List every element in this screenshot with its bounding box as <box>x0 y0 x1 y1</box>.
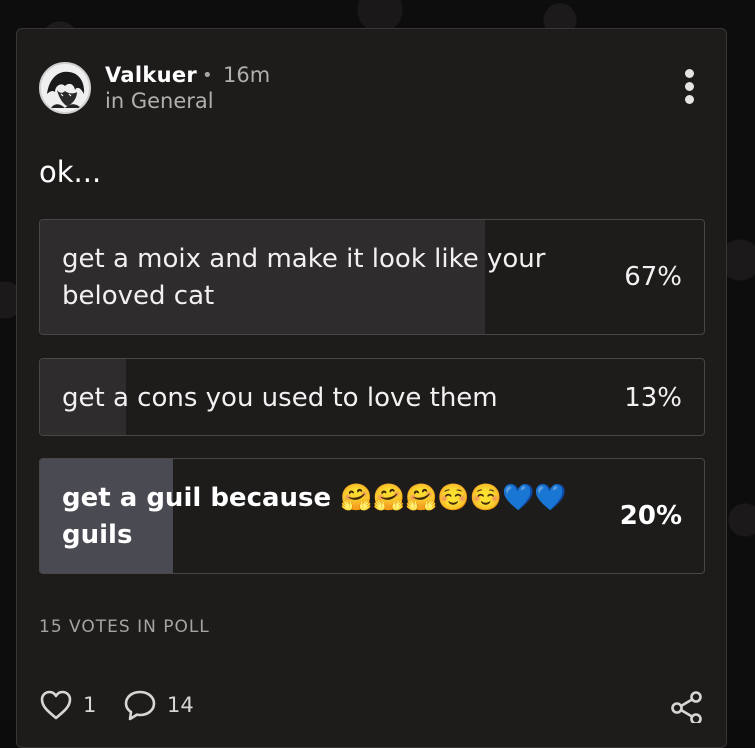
comment-icon <box>124 690 156 721</box>
more-vertical-icon <box>684 69 694 78</box>
poll-option-2[interactable]: get a cons you used to love them 13% <box>39 358 705 436</box>
poll-option-percent: 20% <box>619 501 682 531</box>
post-body: ok... <box>39 155 102 189</box>
like-button[interactable]: 1 <box>39 689 99 723</box>
author-avatar[interactable] <box>39 62 91 114</box>
heart-icon <box>40 690 72 720</box>
like-count: 1 <box>83 693 97 717</box>
post-timestamp: 16m <box>223 63 271 87</box>
poll-option-percent: 13% <box>624 383 682 413</box>
poll-option-3[interactable]: get a guil because 🤗🤗🤗☺️☺️💙💙 guils 20% <box>39 458 705 574</box>
poll-option-label: get a cons you used to love them <box>62 383 498 413</box>
poll-vote-count: 15 VOTES IN POLL <box>39 617 210 637</box>
poll-option-1[interactable]: get a moix and make it look like your be… <box>39 219 705 335</box>
poll-option-label: get a guil because 🤗🤗🤗☺️☺️💙💙 guils <box>62 483 567 550</box>
share-button[interactable] <box>669 689 705 725</box>
comment-count: 14 <box>167 693 194 717</box>
meta-separator: • <box>202 65 213 86</box>
avatar-image <box>41 64 89 112</box>
author-name[interactable]: Valkuer <box>105 63 197 87</box>
post-category[interactable]: in General <box>105 89 214 113</box>
comment-button[interactable]: 14 <box>123 689 203 723</box>
poll-option-percent: 67% <box>624 262 682 292</box>
poll-option-label: get a moix and make it look like your be… <box>62 244 546 311</box>
share-icon <box>671 691 702 725</box>
poll-post-card: Valkuer • 16m in General ok... get a moi… <box>16 28 727 748</box>
more-options-button[interactable] <box>677 69 701 109</box>
